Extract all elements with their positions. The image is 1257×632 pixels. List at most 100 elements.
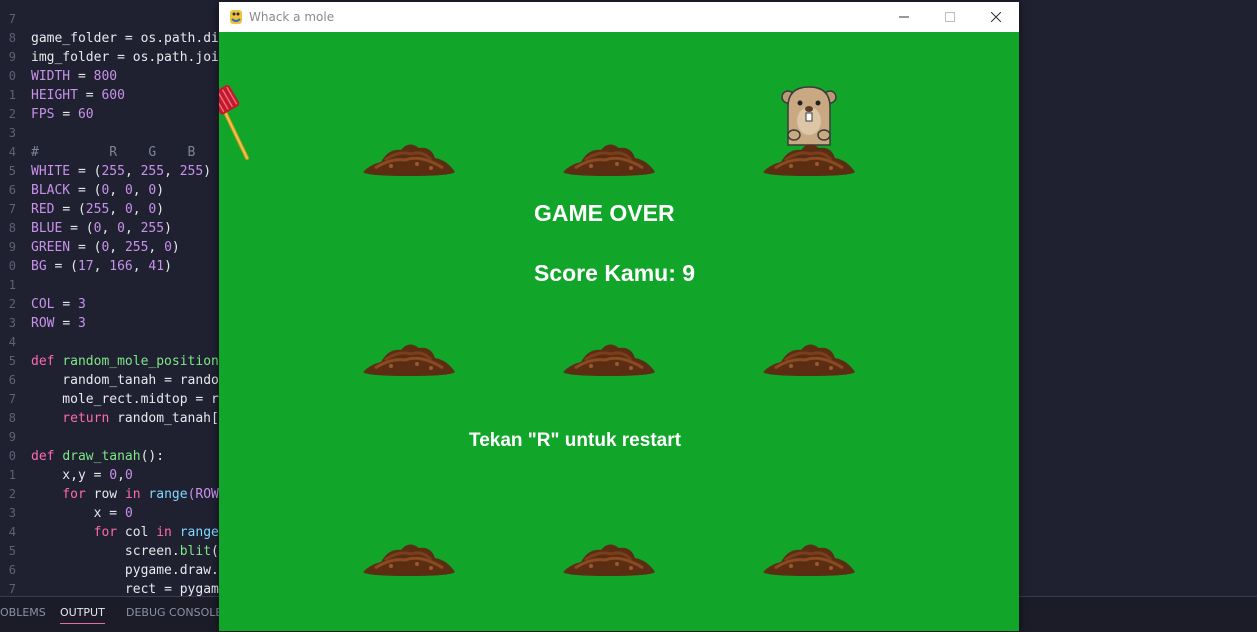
dirt-mound-6[interactable]: [761, 338, 857, 378]
dirt-mound-5[interactable]: [561, 338, 657, 378]
tab-debug-console[interactable]: DEBUG CONSOLE: [126, 606, 222, 619]
code-token: mole_rect.midtop: [31, 392, 196, 407]
maximize-button[interactable]: [927, 2, 973, 32]
code-area[interactable]: game_folder = os.path.dir img_folder = os…: [31, 10, 227, 618]
line-number: 9: [8, 50, 16, 64]
code-line: COL = 3: [31, 295, 227, 314]
code-token: ():: [140, 449, 165, 464]
line-number: 5: [8, 354, 16, 368]
code-token: ): [156, 202, 165, 217]
code-token: img_folder: [31, 50, 118, 65]
code-token: 0: [109, 468, 118, 483]
code-token: 166: [109, 259, 133, 274]
line-number: 2: [8, 487, 16, 501]
code-line: img_folder = os.path.joi: [31, 48, 227, 67]
tab-problems[interactable]: OBLEMS: [0, 606, 46, 619]
code-token: def: [31, 354, 63, 369]
code-line: for col in range(: [31, 523, 227, 542]
code-token: col: [124, 525, 157, 540]
code-token: 255: [140, 221, 165, 236]
code-token: row: [93, 487, 125, 502]
code-line: x,y = 0,0: [31, 466, 227, 485]
code-token: COL: [31, 297, 63, 312]
code-token: 0: [124, 202, 133, 217]
code-token: 255: [85, 202, 110, 217]
code-token: os.path.dir: [140, 31, 227, 46]
code-token: 0: [124, 183, 133, 198]
line-number: 1: [8, 88, 16, 102]
code-token: in: [156, 525, 180, 540]
line-number: 7: [8, 392, 16, 406]
dirt-mound-3[interactable]: [761, 138, 857, 178]
code-token: game_folder: [31, 31, 125, 46]
python-snake-icon: [230, 10, 242, 24]
code-line: return random_tanah[1: [31, 409, 227, 428]
code-token: =: [85, 88, 102, 103]
code-token: =: [62, 297, 78, 312]
code-token: return: [31, 411, 118, 426]
code-token: = (: [54, 259, 78, 274]
game-window: Whack a mole GAME OVER Score Kamu: 9 Tek…: [219, 2, 1019, 631]
code-token: 0: [117, 221, 125, 236]
code-token: = (: [77, 164, 102, 179]
close-icon: [991, 12, 1001, 22]
code-line: random_tanah = random: [31, 371, 227, 390]
line-number: 1: [8, 278, 16, 292]
dirt-mound-9[interactable]: [761, 538, 857, 578]
code-token: for: [31, 525, 125, 540]
hammer-icon: [219, 84, 249, 160]
code-line: mole_rect.midtop = ra: [31, 390, 227, 409]
code-token: in: [124, 487, 149, 502]
game-over-text: GAME OVER: [534, 200, 675, 226]
code-token: ,: [164, 164, 180, 179]
tab-output[interactable]: OUTPUT: [60, 606, 105, 624]
code-line: for row in range(ROW): [31, 485, 226, 504]
close-button[interactable]: [973, 2, 1019, 32]
code-token: screen.: [31, 544, 180, 559]
dirt-mound-7[interactable]: [361, 538, 457, 578]
code-token: 17: [77, 259, 94, 274]
code-token: rect: [31, 582, 165, 597]
code-token: =: [164, 373, 180, 388]
code-token: 3: [77, 316, 86, 331]
dirt-mound-1[interactable]: [361, 138, 457, 178]
code-token: 0: [124, 506, 133, 521]
code-token: # R G B: [31, 145, 196, 160]
code-token: FPS: [31, 107, 63, 122]
dirt-mound-8[interactable]: [561, 538, 657, 578]
line-number: 3: [8, 126, 16, 140]
code-token: ,: [109, 202, 125, 217]
game-canvas[interactable]: GAME OVER Score Kamu: 9 Tekan "R" untuk …: [219, 32, 1019, 631]
code-token: BG: [31, 259, 55, 274]
code-token: = (: [77, 183, 102, 198]
code-token: ,: [132, 202, 149, 217]
line-number: 4: [8, 335, 16, 349]
code-token: 3: [77, 297, 86, 312]
code-token: x: [31, 506, 110, 521]
code-token: =: [62, 316, 78, 331]
code-token: ,: [109, 240, 125, 255]
code-token: =: [93, 468, 110, 483]
code-token: draw_tanah: [62, 449, 141, 464]
code-token: =: [117, 50, 133, 65]
title-bar[interactable]: Whack a mole: [219, 2, 1019, 32]
code-line: pygame.draw.r: [31, 561, 227, 580]
line-number: 1: [8, 468, 16, 482]
dirt-mound-2[interactable]: [561, 138, 657, 178]
line-number: 0: [8, 259, 16, 273]
minimize-button[interactable]: [881, 2, 927, 32]
code-token: WIDTH: [31, 69, 78, 84]
code-token: 255: [101, 164, 125, 179]
code-token: ,: [117, 468, 125, 483]
dirt-mound-4[interactable]: [361, 338, 457, 378]
code-token: for: [31, 487, 94, 502]
code-token: pygame.draw.r: [31, 563, 227, 578]
code-token: = (: [70, 221, 94, 236]
line-number: 6: [8, 183, 16, 197]
code-line: def draw_tanah():: [31, 447, 227, 466]
line-number: 5: [8, 164, 16, 178]
code-line: BLACK = (0, 0, 0): [31, 181, 227, 200]
